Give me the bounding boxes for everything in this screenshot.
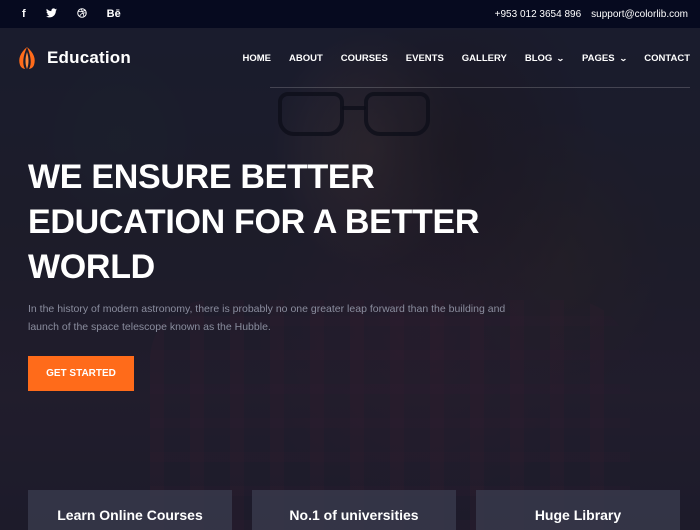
feature-card-universities[interactable]: No.1 of universities <box>252 490 456 530</box>
main-navbar: Education HOME ABOUT COURSES EVENTS GALL… <box>0 28 700 88</box>
nav-item-home[interactable]: HOME <box>243 53 272 64</box>
phone-number[interactable]: +953 012 3654 896 <box>495 9 581 20</box>
nav-item-contact[interactable]: CONTACT <box>644 53 690 64</box>
nav-label: GALLERY <box>461 52 507 64</box>
behance-icon[interactable]: Bē <box>107 8 121 20</box>
hero-title-line: EDUCATION FOR A BETTER <box>28 203 480 241</box>
social-links: f Bē <box>22 7 121 21</box>
top-bar: f Bē +953 012 3654 896 support@colorlib.… <box>0 0 700 28</box>
nav-label: BLOG <box>524 52 553 64</box>
nav-item-gallery[interactable]: GALLERY <box>462 53 507 64</box>
feature-cards: Learn Online Courses No.1 of universitie… <box>28 490 700 530</box>
dribbble-icon[interactable] <box>76 7 87 21</box>
twitter-icon[interactable] <box>45 7 57 21</box>
nav-label: EVENTS <box>405 52 444 64</box>
nav-menu: HOME ABOUT COURSES EVENTS GALLERY BLOG ⌄ … <box>243 53 690 64</box>
nav-label: HOME <box>242 52 272 64</box>
nav-item-blog[interactable]: BLOG ⌄ <box>524 52 566 64</box>
nav-item-about[interactable]: ABOUT <box>289 53 323 64</box>
chevron-down-icon: ⌄ <box>618 53 628 63</box>
hero-section: WE ENSURE BETTER EDUCATION FOR A BETTER … <box>28 155 548 391</box>
nav-item-events[interactable]: EVENTS <box>406 53 444 64</box>
hero-title-line: WORLD <box>28 248 155 286</box>
flame-logo-icon <box>19 47 35 69</box>
feature-card-library[interactable]: Huge Library <box>476 490 680 530</box>
chevron-down-icon: ⌄ <box>556 53 566 63</box>
nav-item-pages[interactable]: PAGES ⌄ <box>582 52 628 64</box>
nav-label: COURSES <box>340 52 388 64</box>
hero-title-line: WE ENSURE BETTER <box>28 158 375 196</box>
hero-description: In the history of modern astronomy, ther… <box>28 303 506 333</box>
nav-label: PAGES <box>582 52 615 64</box>
email-address[interactable]: support@colorlib.com <box>591 9 688 20</box>
nav-label: ABOUT <box>289 52 323 64</box>
brand-name: Education <box>47 48 131 67</box>
logo[interactable]: Education <box>16 46 131 70</box>
facebook-icon[interactable]: f <box>22 8 26 20</box>
nav-label: CONTACT <box>644 52 690 64</box>
get-started-button[interactable]: GET STARTED <box>28 356 134 391</box>
hero-title: WE ENSURE BETTER EDUCATION FOR A BETTER … <box>28 155 548 290</box>
contact-info: +953 012 3654 896 support@colorlib.com <box>495 9 688 20</box>
nav-divider <box>270 87 690 88</box>
feature-card-online-courses[interactable]: Learn Online Courses <box>28 490 232 530</box>
nav-item-courses[interactable]: COURSES <box>341 53 388 64</box>
